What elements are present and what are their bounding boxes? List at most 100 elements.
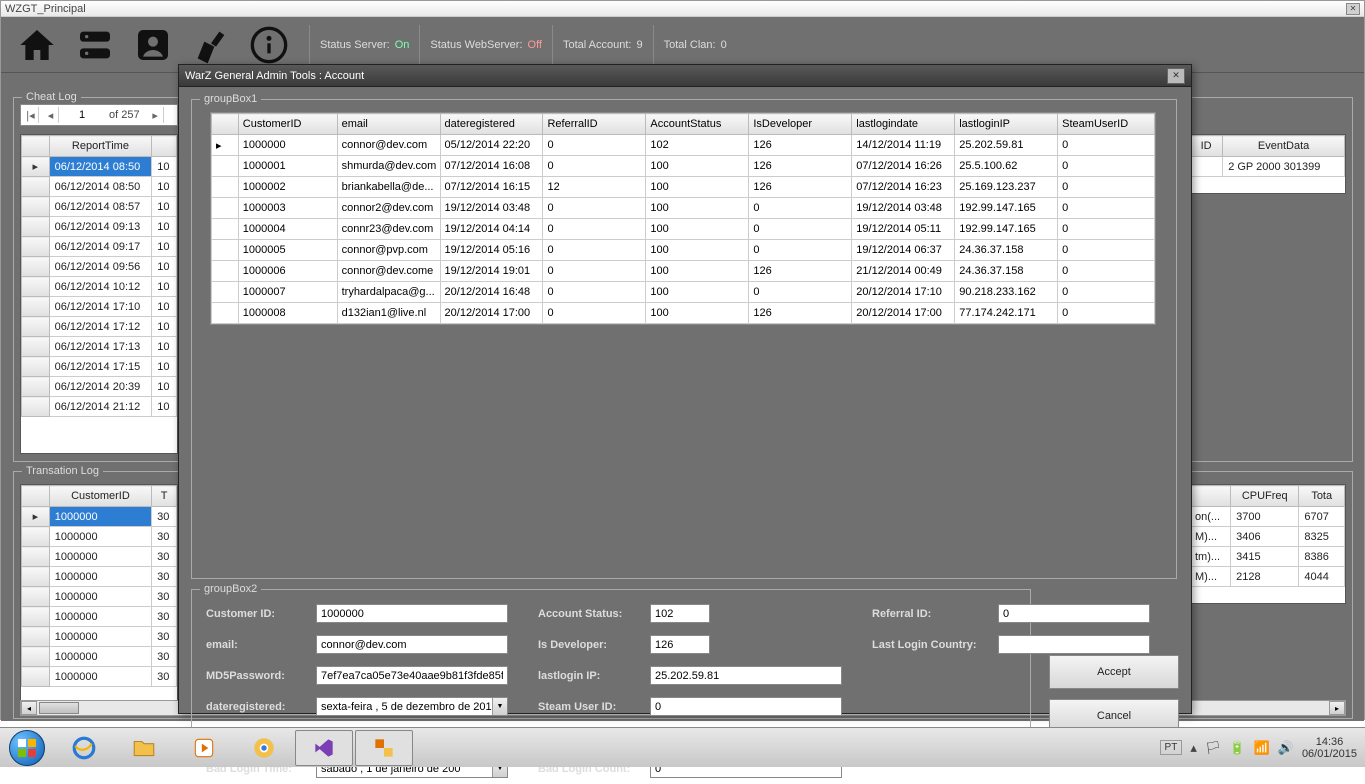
event-grid[interactable]: IDEventData2 GP 2000 301399	[1188, 134, 1346, 194]
email-field[interactable]	[316, 635, 508, 654]
accept-button[interactable]: Accept	[1049, 655, 1179, 689]
main-close-button[interactable]: ✕	[1346, 3, 1360, 15]
total-clan: Total Clan:0	[653, 25, 737, 65]
table-row[interactable]: 06/12/2014 17:1510	[22, 357, 177, 377]
table-row[interactable]: 2 GP 2000 301399	[1190, 157, 1345, 177]
table-row[interactable]: on(...37006707	[1190, 507, 1345, 527]
table-row[interactable]: 06/12/2014 21:1210	[22, 397, 177, 417]
main-titlebar: WZGT_Principal ✕	[1, 1, 1364, 17]
table-row[interactable]: 100000030	[22, 647, 177, 667]
modal-close-button[interactable]: ✕	[1167, 68, 1185, 84]
network-icon[interactable]: 📶	[1254, 740, 1270, 756]
pager-current-input[interactable]	[63, 109, 101, 121]
flag-icon[interactable]: 🏳	[1205, 740, 1222, 756]
lang-indicator[interactable]: PT	[1160, 740, 1183, 755]
table-row[interactable]: 100000030	[22, 587, 177, 607]
battery-icon[interactable]: 🔋	[1229, 740, 1245, 756]
table-row[interactable]: 06/12/2014 09:5610	[22, 257, 177, 277]
servers-icon[interactable]	[67, 21, 123, 69]
start-button[interactable]	[0, 728, 54, 768]
country-field[interactable]	[998, 635, 1150, 654]
status-webserver: Status WebServer:Off	[419, 25, 552, 65]
modal-title-text: WarZ General Admin Tools : Account	[185, 70, 364, 82]
wzgt-app-icon[interactable]	[355, 730, 413, 766]
table-row[interactable]: 06/12/2014 08:5710	[22, 197, 177, 217]
referral-field[interactable]	[998, 604, 1150, 623]
pager-first-icon[interactable]: |◂	[23, 107, 39, 123]
modal-titlebar[interactable]: WarZ General Admin Tools : Account ✕	[179, 65, 1191, 87]
account-icon[interactable]	[125, 21, 181, 69]
table-row[interactable]: 100000030	[22, 607, 177, 627]
table-row[interactable]: M)...21284044	[1190, 567, 1345, 587]
email-label: email:	[206, 639, 316, 651]
table-row[interactable]: 06/12/2014 20:3910	[22, 377, 177, 397]
table-row[interactable]: 06/12/2014 10:1210	[22, 277, 177, 297]
datereg-dropdown[interactable]: sexta-feira , 5 de dezembro de 201▼	[316, 697, 508, 716]
windows-icon	[9, 730, 45, 766]
table-row[interactable]: 06/12/2014 09:1710	[22, 237, 177, 257]
table-row[interactable]: 1000004connr23@dev.com19/12/2014 04:1401…	[212, 219, 1155, 240]
ban-icon[interactable]	[183, 21, 239, 69]
table-row[interactable]: 06/12/2014 17:1310	[22, 337, 177, 357]
cpu-grid[interactable]: CPUFreqTotaon(...37006707M)...34068325tm…	[1188, 484, 1346, 604]
translog-grid[interactable]: CustomerIDT▸1000000301000000301000000301…	[20, 484, 178, 714]
chrome-app-icon[interactable]	[235, 730, 293, 766]
scroll-thumb[interactable]	[39, 702, 79, 714]
pager-next-icon[interactable]: ▸	[148, 107, 164, 123]
table-row[interactable]: 100000030	[22, 667, 177, 687]
info-icon[interactable]	[241, 21, 297, 69]
acctstatus-field[interactable]	[650, 604, 710, 623]
table-row[interactable]: 1000002briankabella@de...07/12/2014 16:1…	[212, 177, 1155, 198]
table-row[interactable]: 06/12/2014 17:1210	[22, 317, 177, 337]
scroll-left-icon[interactable]: ◂	[21, 701, 37, 715]
groupbox2-label: groupBox2	[200, 583, 261, 595]
table-row[interactable]: 1000006connor@dev.come19/12/2014 19:0101…	[212, 261, 1155, 282]
chevron-down-icon[interactable]: ▼	[492, 698, 507, 715]
lastip-label: lastlogin IP:	[538, 670, 650, 682]
acctstatus-label: Account Status:	[538, 608, 650, 620]
home-icon[interactable]	[9, 21, 65, 69]
table-row[interactable]: 100000030	[22, 527, 177, 547]
table-row[interactable]: 1000008d132ian1@live.nl20/12/2014 17:000…	[212, 303, 1155, 324]
table-row[interactable]: 1000005connor@pvp.com19/12/2014 05:16010…	[212, 240, 1155, 261]
lastip-field[interactable]	[650, 666, 842, 685]
pager-prev-icon[interactable]: ◂	[43, 107, 59, 123]
visualstudio-app-icon[interactable]	[295, 730, 353, 766]
table-row[interactable]: 06/12/2014 17:1010	[22, 297, 177, 317]
ie-app-icon[interactable]	[55, 730, 113, 766]
md5-field[interactable]	[316, 666, 508, 685]
table-row[interactable]: 1000003connor2@dev.com19/12/2014 03:4801…	[212, 198, 1155, 219]
media-app-icon[interactable]	[175, 730, 233, 766]
isdev-label: Is Developer:	[538, 639, 650, 651]
groupbox1-label: groupBox1	[200, 93, 261, 105]
table-row[interactable]: ▸100000030	[22, 507, 177, 527]
table-row[interactable]: 06/12/2014 08:5010	[22, 177, 177, 197]
table-row[interactable]: ▸1000000connor@dev.com05/12/2014 22:2001…	[212, 135, 1155, 156]
total-account: Total Account:9	[552, 25, 653, 65]
steam-field[interactable]	[650, 697, 842, 716]
table-row[interactable]: 100000030	[22, 627, 177, 647]
explorer-app-icon[interactable]	[115, 730, 173, 766]
customer-id-field[interactable]	[316, 604, 508, 623]
account-grid[interactable]: CustomerIDemaildateregisteredReferralIDA…	[210, 112, 1156, 325]
table-row[interactable]: 1000007tryhardalpaca@g...20/12/2014 16:4…	[212, 282, 1155, 303]
table-row[interactable]: M)...34068325	[1190, 527, 1345, 547]
pager-of-label: of 257	[105, 109, 144, 121]
tray-up-icon[interactable]: ▴	[1190, 740, 1197, 756]
table-row[interactable]: 1000001shmurda@dev.com07/12/2014 16:0801…	[212, 156, 1155, 177]
table-row[interactable]: 100000030	[22, 547, 177, 567]
datereg-label: dateregistered:	[206, 701, 316, 713]
isdev-field[interactable]	[650, 635, 710, 654]
cheatlog-grid[interactable]: ReportTime▸06/12/2014 08:501006/12/2014 …	[20, 134, 178, 454]
table-row[interactable]: tm)...34158386	[1190, 547, 1345, 567]
table-row[interactable]: 06/12/2014 09:1310	[22, 217, 177, 237]
table-row[interactable]: ▸06/12/2014 08:5010	[22, 157, 177, 177]
volume-icon[interactable]: 🔊	[1278, 740, 1294, 756]
referral-label: Referral ID:	[872, 608, 998, 620]
customer-id-label: Customer ID:	[206, 608, 316, 620]
cheatlog-pager: |◂ ◂ of 257 ▸	[20, 104, 178, 126]
country-label: Last Login Country:	[872, 639, 998, 651]
scroll-right-icon[interactable]: ▸	[1329, 701, 1345, 715]
table-row[interactable]: 100000030	[22, 567, 177, 587]
clock[interactable]: 14:3606/01/2015	[1302, 736, 1357, 760]
